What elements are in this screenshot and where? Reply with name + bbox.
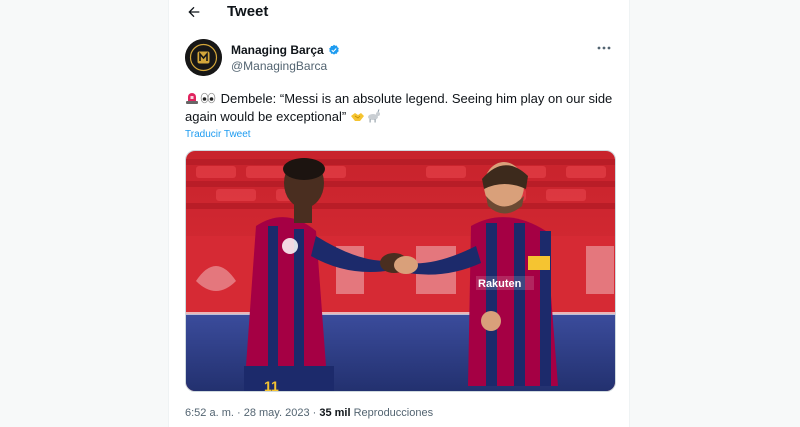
verified-badge-icon bbox=[328, 44, 339, 55]
left-player-number: 11 bbox=[264, 378, 279, 392]
avatar[interactable] bbox=[185, 39, 222, 76]
tweet-text: Dembele: “Messi is an absolute legend. S… bbox=[185, 90, 615, 126]
tweet-photo[interactable]: 11 Rakuten bbox=[185, 150, 616, 392]
more-horizontal-icon bbox=[597, 46, 611, 50]
tweet-time[interactable]: 6:52 a. m. bbox=[185, 407, 234, 419]
right-player-sponsor: Rakuten bbox=[478, 278, 522, 290]
tweet-date[interactable]: 28 may. 2023 bbox=[244, 407, 310, 419]
arrow-left-icon bbox=[188, 6, 200, 18]
tweet-metadata: 6:52 a. m. · 28 may. 2023 · 35 mil Repro… bbox=[185, 407, 433, 419]
views-count: 35 mil bbox=[319, 407, 351, 419]
rotating-light-icon bbox=[186, 93, 198, 104]
photo-dembele-messi: 11 Rakuten bbox=[186, 151, 615, 392]
tweet-header: Tweet bbox=[169, 0, 629, 26]
meta-separator-2: · bbox=[312, 407, 317, 419]
views-label: Reproducciones bbox=[353, 407, 434, 419]
more-options-button[interactable] bbox=[593, 40, 615, 56]
author-name[interactable]: Managing Barça bbox=[231, 43, 340, 57]
goat-icon bbox=[367, 109, 380, 123]
managing-barca-logo bbox=[185, 39, 222, 76]
author-handle[interactable]: @ManagingBarca bbox=[231, 59, 327, 73]
tweet-body-text: Dembele: “Messi is an absolute legend. S… bbox=[185, 91, 613, 124]
page-title: Tweet bbox=[227, 3, 269, 20]
back-button[interactable] bbox=[181, 0, 207, 24]
author-name-text: Managing Barça bbox=[231, 43, 324, 57]
tweet-column: Tweet Managing Barça @ManagingBarca Demb… bbox=[168, 0, 630, 427]
translate-tweet-link[interactable]: Traducir Tweet bbox=[185, 129, 251, 140]
meta-separator-1: · bbox=[236, 407, 241, 419]
handshake-icon bbox=[350, 113, 364, 121]
eyes-icon bbox=[200, 92, 216, 104]
